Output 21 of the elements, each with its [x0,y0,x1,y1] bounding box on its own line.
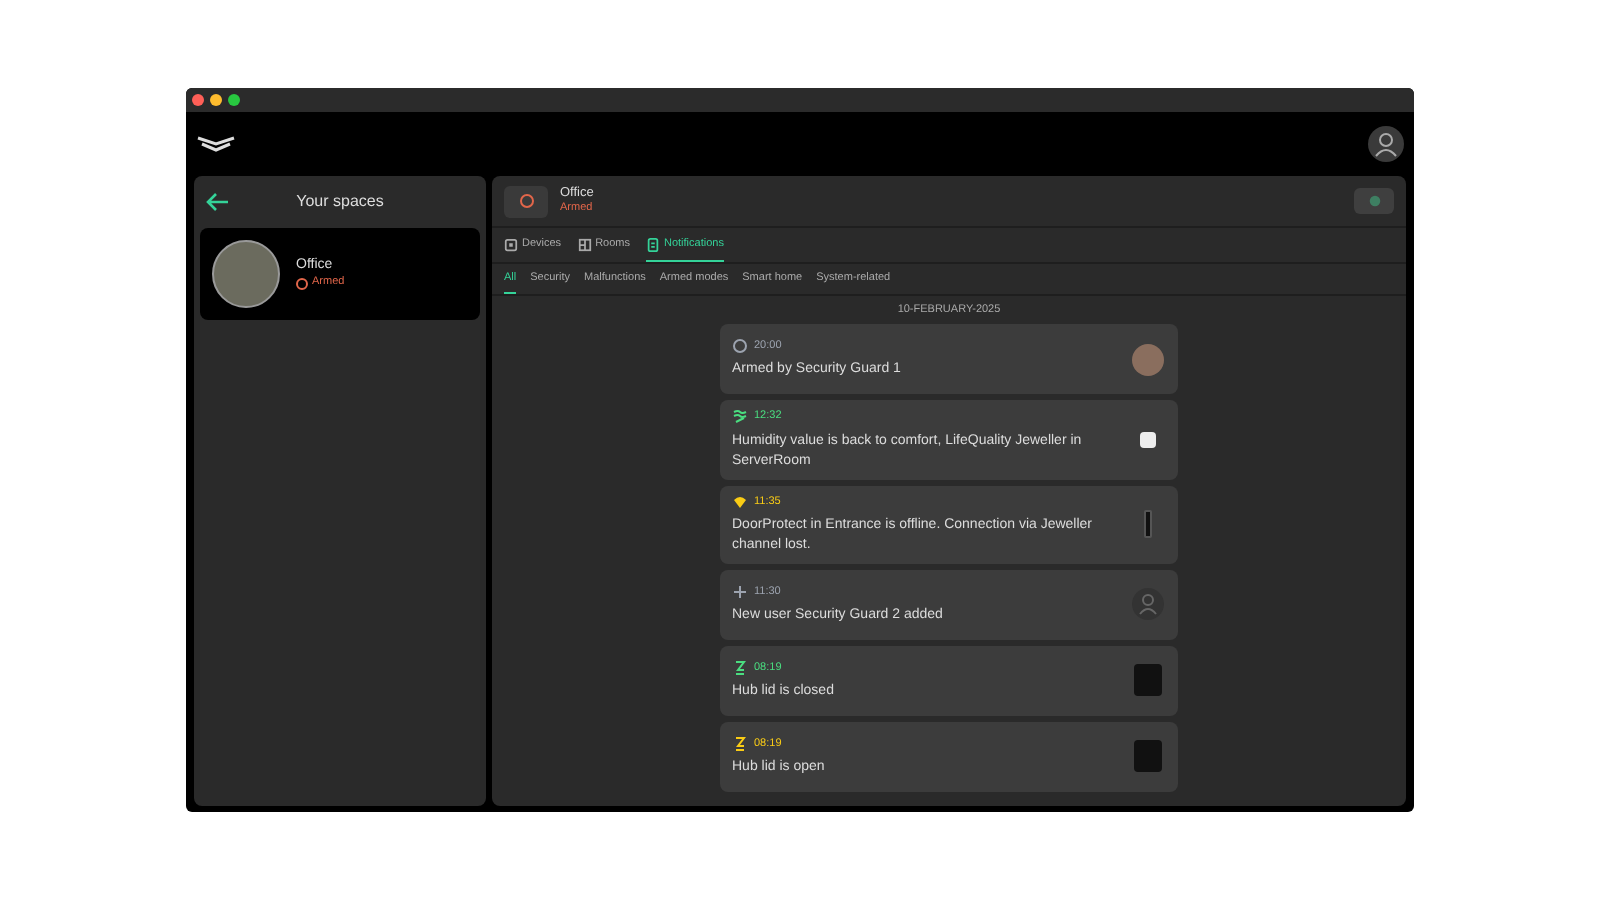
user-avatar-icon [1132,588,1164,621]
space-status-icon [504,185,548,217]
armed-icon [296,278,308,290]
minimize-icon[interactable] [210,94,222,106]
rooms-icon [577,237,592,251]
sensor-icon [1140,431,1156,448]
device-icon [504,237,518,251]
logo-icon [196,136,236,152]
photo-placeholder [1132,343,1164,376]
hub-device-icon [1134,664,1162,697]
user-avatar-icon[interactable] [1368,126,1404,162]
door-sensor-icon [1144,510,1152,539]
close-icon[interactable] [192,94,204,106]
settings-icon [1367,194,1381,208]
hub-device-icon [1134,740,1162,773]
back-arrow-icon[interactable] [206,192,230,212]
settings-button[interactable] [1354,188,1394,214]
maximize-icon[interactable] [228,94,240,106]
notes-icon [645,237,660,251]
sidebar-title: Your spaces [294,190,386,214]
photo-placeholder [212,240,280,308]
